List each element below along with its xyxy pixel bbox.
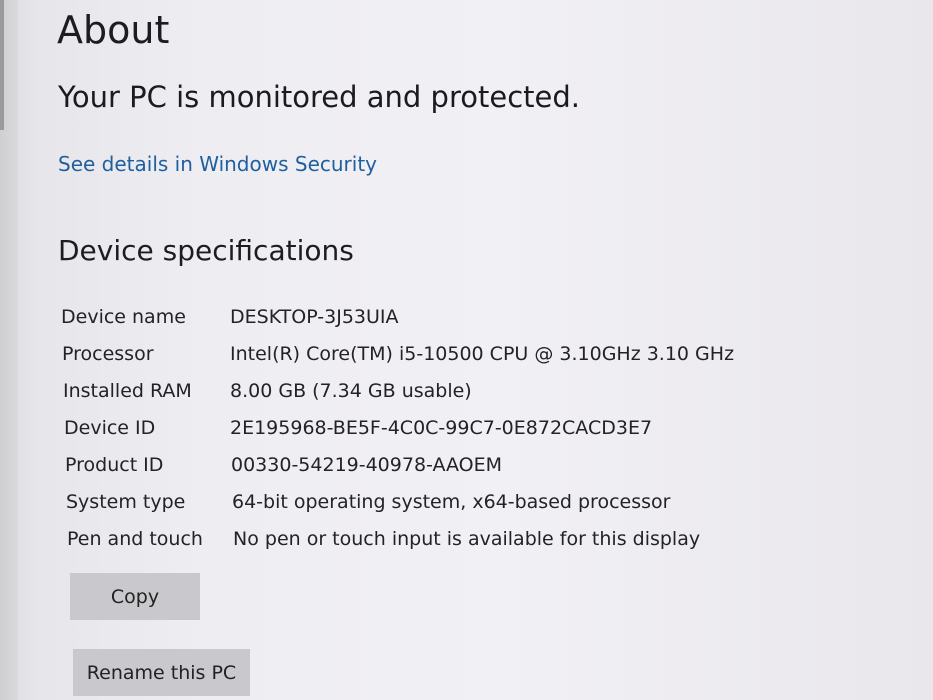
rename-pc-button[interactable]: Rename this PC xyxy=(73,649,250,696)
spec-value: No pen or touch input is available for t… xyxy=(233,528,701,550)
spec-label: Processor xyxy=(62,343,154,365)
spec-value: DESKTOP-3J53UIA xyxy=(230,306,399,328)
spec-value: 64-bit operating system, x64-based proce… xyxy=(232,491,671,513)
spec-value: Intel(R) Core(TM) i5-10500 CPU @ 3.10GHz… xyxy=(230,343,735,365)
navigation-selection-indicator xyxy=(0,0,4,130)
spec-value: 8.00 GB (7.34 GB usable) xyxy=(230,380,472,402)
spec-label: Installed RAM xyxy=(63,380,192,402)
spec-label: Product ID xyxy=(65,454,164,476)
spec-label: System type xyxy=(66,491,186,513)
spec-value: 00330-54219-40978-AAOEM xyxy=(231,454,503,476)
spec-label: Device ID xyxy=(64,417,156,439)
security-status-text: Your PC is monitored and protected. xyxy=(58,80,580,114)
device-specifications-heading: Device specifications xyxy=(58,234,354,267)
spec-label: Device name xyxy=(61,306,186,328)
spec-label: Pen and touch xyxy=(67,528,203,550)
page-title: About xyxy=(57,8,170,52)
spec-value: 2E195968-BE5F-4C0C-99C7-0E872CACD3E7 xyxy=(230,417,653,439)
windows-security-link[interactable]: See details in Windows Security xyxy=(58,152,377,176)
copy-button[interactable]: Copy xyxy=(70,573,200,620)
